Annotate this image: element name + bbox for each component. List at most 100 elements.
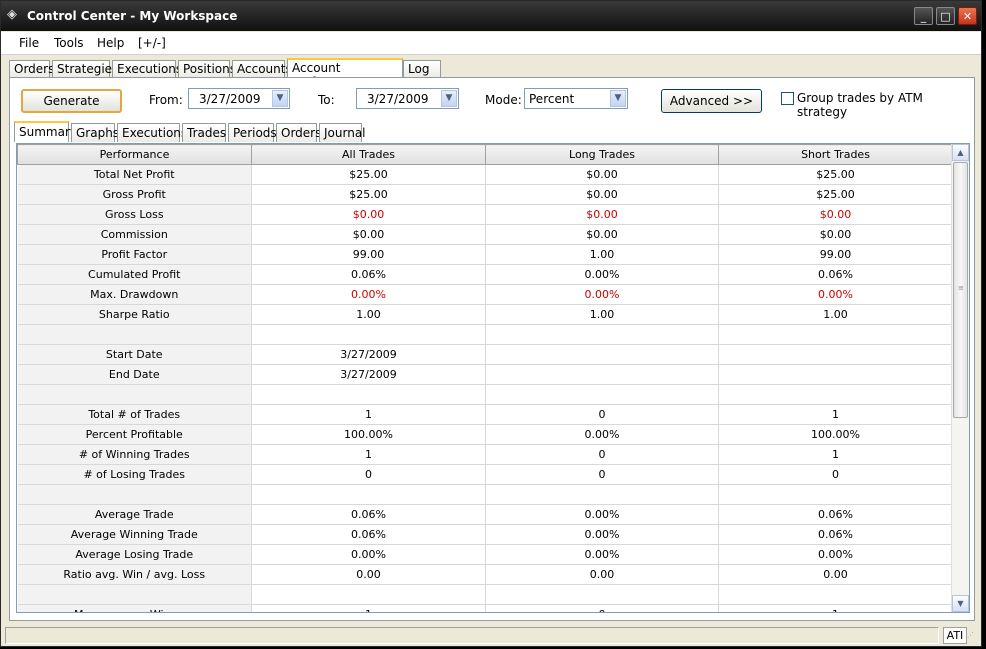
subtab-trades[interactable]: Trades (182, 123, 226, 142)
table-row[interactable]: End Date 3/27/2009 (17, 364, 953, 385)
short-trades-cell: 0.06% (718, 504, 953, 525)
scroll-up-icon[interactable]: ▲ (952, 144, 969, 161)
row-label-cell: Average Trade (17, 504, 252, 525)
all-trades-cell: 0.06% (251, 264, 486, 285)
group-by-atm-checkbox[interactable] (781, 92, 794, 105)
table-row[interactable]: Average Winning Trade 0.06% 0.00% 0.06% (17, 524, 953, 545)
column-header-long-trades[interactable]: Long Trades (485, 144, 719, 165)
column-header-performance[interactable]: Performance (17, 144, 252, 165)
table-row[interactable]: Max. Drawdown 0.00% 0.00% 0.00% (17, 284, 953, 305)
long-trades-cell: 1.00 (485, 304, 719, 325)
table-row[interactable] (17, 324, 953, 345)
chevron-down-icon[interactable]: ▼ (272, 90, 288, 107)
table-row[interactable]: Percent Profitable 100.00% 0.00% 100.00% (17, 424, 953, 445)
row-label-cell: Ratio avg. Win / avg. Loss (17, 564, 252, 585)
table-row[interactable] (17, 384, 953, 405)
tab-positions[interactable]: Positions (178, 60, 236, 77)
performance-grid: Performance All Trades Long Trades Short… (16, 143, 970, 613)
all-trades-cell: 0.00 (251, 564, 486, 585)
mode-select[interactable]: Percent ▼ (524, 88, 628, 109)
group-by-atm-label: Group trades by ATM strategy (797, 91, 923, 119)
all-trades-cell (251, 324, 486, 345)
table-row[interactable]: Gross Profit $25.00 $0.00 $25.00 (17, 184, 953, 205)
table-row[interactable]: Ratio avg. Win / avg. Loss 0.00 0.00 0.00 (17, 564, 953, 585)
maximize-button[interactable]: □ (936, 7, 955, 25)
short-trades-cell (718, 584, 953, 605)
scroll-down-icon[interactable]: ▼ (952, 595, 969, 612)
advanced-button[interactable]: Advanced >> (661, 89, 762, 113)
menu-help[interactable]: Help (97, 36, 124, 50)
all-trades-cell: $25.00 (251, 164, 486, 185)
row-label-cell: Profit Factor (17, 244, 252, 265)
row-label-cell (17, 324, 252, 345)
subtab-summary[interactable]: Summary (14, 121, 77, 142)
subtab-graphs[interactable]: Graphs (71, 123, 119, 142)
short-trades-cell: 0.00% (718, 544, 953, 565)
chevron-down-icon[interactable]: ▼ (610, 90, 626, 107)
long-trades-cell (485, 364, 719, 385)
resize-grip-icon[interactable]: ⋰ (967, 632, 977, 643)
table-row[interactable] (17, 484, 953, 505)
status-message-field (5, 627, 939, 644)
table-row[interactable]: Sharpe Ratio 1.00 1.00 1.00 (17, 304, 953, 325)
all-trades-cell (251, 484, 486, 505)
from-date-picker[interactable]: 3/27/2009 ▼ (188, 88, 290, 109)
close-button[interactable]: ✕ (958, 7, 977, 25)
tab-log[interactable]: Log (403, 60, 441, 77)
all-trades-cell: 0.06% (251, 504, 486, 525)
scrollbar-thumb[interactable]: ≡ (953, 162, 968, 418)
column-header-all-trades[interactable]: All Trades (251, 144, 486, 165)
row-label-cell: Total # of Trades (17, 404, 252, 425)
table-row[interactable]: # of Losing Trades 0 0 0 (17, 464, 953, 485)
long-trades-cell (485, 344, 719, 365)
row-label-cell: Sharpe Ratio (17, 304, 252, 325)
table-row[interactable]: Average Trade 0.06% 0.00% 0.06% (17, 504, 953, 525)
chevron-down-icon[interactable]: ▼ (441, 90, 457, 107)
table-row[interactable] (17, 584, 953, 605)
long-trades-cell: 0 (485, 464, 719, 485)
table-row[interactable]: Profit Factor 99.00 1.00 99.00 (17, 244, 953, 265)
title-bar[interactable]: ◈ Control Center - My Workspace _ □ ✕ (1, 1, 981, 31)
menu-tools[interactable]: Tools (54, 36, 84, 50)
minimize-button[interactable]: _ (914, 7, 933, 25)
subtab-periods[interactable]: Periods (228, 123, 277, 142)
subtab-journal[interactable]: Journal (319, 123, 366, 142)
short-trades-cell: 0.00% (718, 284, 953, 305)
short-trades-cell: $0.00 (718, 224, 953, 245)
table-row[interactable]: Total Net Profit $25.00 $0.00 $25.00 (17, 164, 953, 185)
all-trades-cell: 3/27/2009 (251, 364, 486, 385)
connection-status: ATI (943, 627, 967, 644)
table-row[interactable]: Total # of Trades 1 0 1 (17, 404, 953, 425)
long-trades-cell: $0.00 (485, 224, 719, 245)
table-row[interactable]: Max. conseq. Winners101 (17, 604, 953, 612)
table-row[interactable]: Gross Loss $0.00 $0.00 $0.00 (17, 204, 953, 225)
menu-expand[interactable]: [+/-] (138, 36, 166, 50)
table-row[interactable]: # of Winning Trades 1 0 1 (17, 444, 953, 465)
subtab-orders[interactable]: Orders (276, 123, 321, 142)
table-row[interactable]: Start Date 3/27/2009 (17, 344, 953, 365)
tab-account-performance[interactable]: Account Performance (287, 58, 403, 89)
table-row[interactable]: Commission $0.00 $0.00 $0.00 (17, 224, 953, 245)
menu-file[interactable]: File (19, 36, 39, 50)
row-label-cell: # of Winning Trades (17, 444, 252, 465)
tab-orders[interactable]: Orders (9, 60, 54, 77)
column-header-short-trades[interactable]: Short Trades (718, 144, 953, 165)
window-title: Control Center - My Workspace (27, 9, 238, 23)
to-date-picker[interactable]: 3/27/2009 ▼ (356, 88, 459, 109)
row-label-cell: End Date (17, 364, 252, 385)
generate-button[interactable]: Generate (21, 89, 122, 113)
table-row[interactable]: Average Losing Trade 0.00% 0.00% 0.00% (17, 544, 953, 565)
tab-accounts[interactable]: Accounts (232, 60, 292, 77)
tab-strategies[interactable]: Strategies (52, 60, 118, 77)
grip-icon: ≡ (958, 284, 964, 292)
row-label-cell (17, 584, 252, 605)
tab-executions[interactable]: Executions (112, 60, 182, 77)
all-trades-cell: 99.00 (251, 244, 486, 265)
subtab-executions[interactable]: Executions (117, 123, 187, 142)
row-label-cell: Percent Profitable (17, 424, 252, 445)
account-performance-panel: Generate From: 3/27/2009 ▼ To: 3/27/2009… (9, 77, 975, 621)
menu-bar: File Tools Help [+/-] (1, 32, 981, 55)
short-trades-cell (718, 384, 953, 405)
vertical-scrollbar[interactable]: ▲ ≡ ▼ (951, 144, 969, 612)
table-row[interactable]: Cumulated Profit 0.06% 0.00% 0.06% (17, 264, 953, 285)
